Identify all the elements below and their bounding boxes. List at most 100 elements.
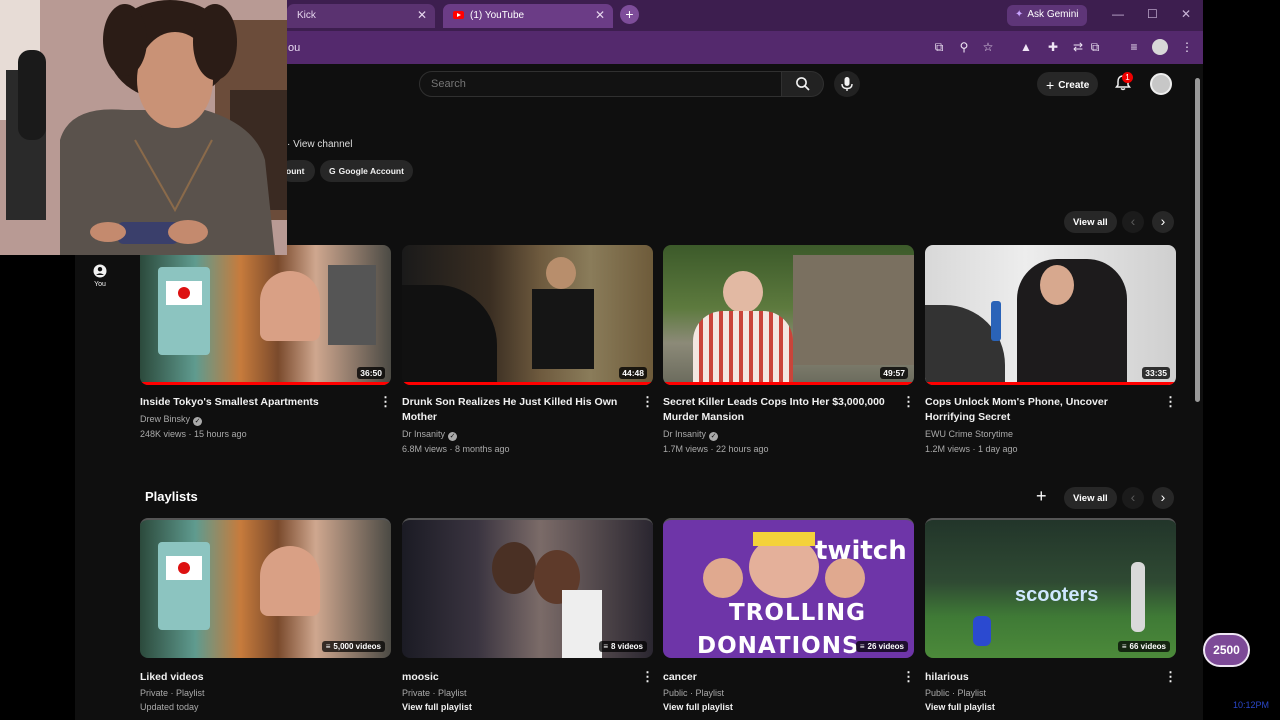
close-icon[interactable]: ✕ — [595, 8, 605, 22]
video-card[interactable]: 33:35 Cops Unlock Mom's Phone, Uncover H… — [925, 245, 1177, 454]
video-card[interactable]: 49:57 Secret Killer Leads Cops Into Her … — [663, 245, 915, 454]
watch-progress-bar — [140, 382, 391, 385]
account-avatar[interactable] — [1150, 73, 1172, 95]
address-bar[interactable]: ou — [288, 42, 300, 54]
ask-gemini-label: Ask Gemini — [1027, 9, 1079, 20]
playlist-card[interactable]: scooters ≡ 66 videos hilarious Public · P… — [925, 518, 1177, 712]
tab-youtube[interactable]: (1) YouTube ✕ — [443, 4, 613, 28]
video-channel[interactable]: EWU Crime Storytime — [925, 427, 1165, 442]
playlist-thumbnail[interactable]: ≡ 8 videos — [402, 518, 653, 658]
drive-icon[interactable]: ▲ — [1019, 40, 1033, 54]
search-input[interactable] — [431, 78, 761, 90]
video-thumbnail[interactable]: 36:50 — [140, 245, 391, 385]
view-channel-link[interactable]: · View channel — [287, 139, 352, 150]
clock-readout: 10:12PM — [1233, 700, 1270, 710]
google-account-chip[interactable]: G Google Account — [320, 160, 413, 182]
more-vert-icon[interactable]: ⋮ — [902, 670, 915, 684]
chevron-right-icon[interactable]: › — [1152, 211, 1174, 233]
video-title[interactable]: Inside Tokyo's Smallest Apartments — [140, 395, 368, 410]
tab-search-icon[interactable]: ⇄ — [1071, 40, 1085, 54]
history-view-all-button[interactable]: View all — [1064, 211, 1117, 233]
thumbnail-text: DONATIONS — [697, 633, 860, 658]
zoom-icon[interactable]: ⚲ — [957, 40, 971, 54]
playlist-title[interactable]: Liked videos — [140, 670, 368, 685]
star-icon[interactable]: ☆ — [981, 40, 995, 54]
thumbnail-text: twitch — [815, 536, 907, 566]
search-box[interactable] — [419, 71, 782, 97]
minimize-icon[interactable]: — — [1112, 7, 1124, 21]
profile-avatar[interactable] — [1152, 39, 1168, 55]
ask-gemini-button[interactable]: ✦ Ask Gemini — [1007, 5, 1087, 26]
search-button[interactable] — [782, 71, 824, 97]
playlist-card[interactable]: twitch TROLLING DONATIONS ≡ 26 videos can… — [663, 518, 915, 712]
screen: Kick ✕ (1) YouTube ✕ + ✦ Ask Gemini — ☐ ✕… — [0, 0, 1280, 720]
more-vert-icon[interactable]: ⋮ — [379, 395, 392, 409]
plus-icon[interactable]: + — [1036, 486, 1047, 507]
video-views: 248K views — [140, 429, 187, 439]
window-close-icon[interactable]: ✕ — [1181, 7, 1191, 21]
video-channel[interactable]: Drew Binsky ✓ — [140, 412, 380, 427]
playlist-title[interactable]: hilarious — [925, 670, 1153, 685]
tab-title: Kick — [297, 10, 316, 21]
scroll-thumb[interactable] — [1195, 78, 1200, 402]
more-vert-icon[interactable]: ⋮ — [641, 670, 654, 684]
playlist-privacy: Private · Playlist — [402, 688, 467, 698]
cast-icon[interactable]: ⧉ — [932, 40, 946, 55]
video-stats: 6.8M views · 8 months ago — [402, 444, 510, 454]
chevron-right-icon[interactable]: › — [1152, 487, 1174, 509]
maximize-icon[interactable]: ☐ — [1147, 7, 1158, 21]
video-thumbnail[interactable]: 44:48 — [402, 245, 653, 385]
playlist-count: ≡ 26 videos — [855, 641, 908, 652]
more-vert-icon[interactable]: ⋮ — [902, 395, 915, 409]
voice-search-button[interactable] — [834, 71, 860, 97]
video-card[interactable]: 36:50 Inside Tokyo's Smallest Apartments… — [140, 245, 392, 439]
video-thumbnail[interactable]: 33:35 — [925, 245, 1176, 385]
webcam-image — [0, 0, 287, 255]
create-button[interactable]: + Create — [1037, 72, 1099, 96]
screenshot-icon[interactable]: ⧉ — [1088, 40, 1102, 55]
video-card[interactable]: 44:48 Drunk Son Realizes He Just Killed … — [402, 245, 654, 454]
playlist-privacy: Public · Playlist — [925, 688, 987, 698]
chevron-left-icon[interactable]: ‹ — [1122, 487, 1144, 509]
video-title[interactable]: Drunk Son Realizes He Just Killed His Ow… — [402, 395, 630, 425]
user-icon — [93, 264, 107, 278]
playlists-view-all-button[interactable]: View all — [1064, 487, 1117, 509]
video-thumbnail[interactable]: 49:57 — [663, 245, 914, 385]
channel-points-badge: 2500 — [1203, 633, 1250, 667]
playlist-title[interactable]: moosic — [402, 670, 630, 685]
extensions-icon[interactable]: ✚ — [1046, 40, 1060, 54]
video-title[interactable]: Cops Unlock Mom's Phone, Uncover Horrify… — [925, 395, 1153, 425]
video-channel[interactable]: Dr Insanity ✓ — [663, 427, 903, 442]
playlist-thumbnail[interactable]: ≡ 5,000 videos — [140, 518, 391, 658]
tab-title: (1) YouTube — [470, 10, 525, 21]
sidebar-item-you[interactable]: You — [85, 264, 115, 288]
more-vert-icon[interactable]: ⋮ — [641, 395, 654, 409]
more-vert-icon[interactable]: ⋮ — [1164, 395, 1177, 409]
new-tab-button[interactable]: + — [620, 5, 639, 24]
playlist-thumbnail[interactable]: scooters ≡ 66 videos — [925, 518, 1176, 658]
chevron-left-icon[interactable]: ‹ — [1122, 211, 1144, 233]
playlist-card[interactable]: ≡ 8 videos moosic Private · Playlist View… — [402, 518, 654, 712]
media-icon[interactable]: ≡ — [1127, 40, 1141, 54]
playlist-privacy: Public · Playlist — [663, 688, 725, 698]
view-full-playlist-link[interactable]: View full playlist — [402, 700, 642, 715]
watch-progress-bar — [402, 382, 653, 385]
menu-icon[interactable]: ⋮ — [1180, 40, 1194, 54]
view-full-playlist-link[interactable]: View full playlist — [663, 700, 903, 715]
playlist-thumbnail[interactable]: twitch TROLLING DONATIONS ≡ 26 videos — [663, 518, 914, 658]
video-channel[interactable]: Dr Insanity ✓ — [402, 427, 642, 442]
tab-kick[interactable]: Kick ✕ — [287, 4, 435, 28]
page-scrollbar[interactable] — [1193, 64, 1203, 720]
video-stats: 248K views · 15 hours ago — [140, 429, 247, 439]
video-views: 1.7M views — [663, 444, 709, 454]
more-vert-icon[interactable]: ⋮ — [1164, 670, 1177, 684]
video-stats: 1.2M views · 1 day ago — [925, 444, 1018, 454]
video-age: 15 hours ago — [194, 429, 247, 439]
playlist-title[interactable]: cancer — [663, 670, 891, 685]
video-title[interactable]: Secret Killer Leads Cops Into Her $3,000… — [663, 395, 891, 425]
video-age: 22 hours ago — [716, 444, 769, 454]
playlist-icon: ≡ — [1121, 642, 1127, 651]
close-icon[interactable]: ✕ — [417, 8, 427, 22]
view-full-playlist-link[interactable]: View full playlist — [925, 700, 1165, 715]
playlist-card[interactable]: ≡ 5,000 videos Liked videos Private · Pla… — [140, 518, 391, 712]
